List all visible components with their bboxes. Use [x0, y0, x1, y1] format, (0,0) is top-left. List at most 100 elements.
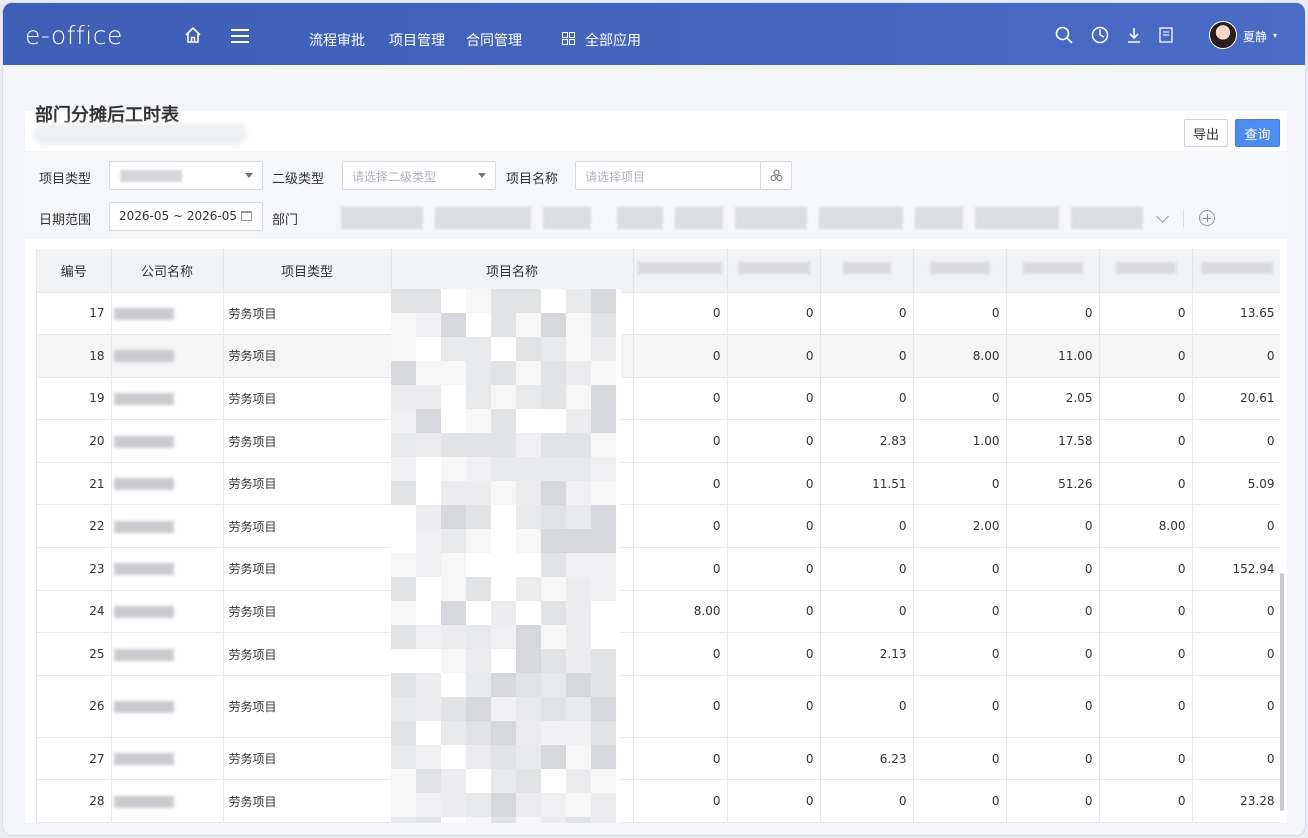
col-header-project-name[interactable]: 项目名称 — [391, 249, 634, 293]
nav-project-management[interactable]: 项目管理 — [389, 30, 445, 50]
department-chip[interactable] — [819, 207, 903, 229]
cell-hours: 0 — [820, 292, 914, 336]
app-window: e-office 流程审批 项目管理 合同管理 全部应用 夏静 ▾ 部门分摊后工… — [2, 2, 1306, 836]
cell-company-redacted — [111, 504, 224, 549]
department-chip[interactable] — [1071, 207, 1143, 229]
redacted-subtitle — [33, 123, 247, 145]
cell-hours: 0 — [1192, 334, 1280, 378]
cell-hours: 0 — [1099, 590, 1193, 634]
project-picker-button[interactable] — [760, 161, 792, 190]
cell-hours: 51.26 — [1006, 462, 1100, 506]
department-chip[interactable] — [617, 207, 663, 229]
menu-icon[interactable] — [231, 28, 249, 44]
table-row[interactable]: 18 劳务项目 0 0 0 8.00 11.00 0 0 — [37, 334, 1280, 378]
cell-hours: 0 — [633, 419, 728, 463]
cell-id: 18 — [37, 334, 112, 378]
cell-id: 27 — [37, 737, 112, 781]
department-chip[interactable] — [341, 207, 423, 229]
cell-hours: 0 — [820, 547, 914, 591]
secondary-type-select[interactable]: 请选择二级类型 — [342, 161, 496, 190]
export-button[interactable]: 导出 — [1184, 119, 1228, 147]
cell-hours: 0 — [1192, 504, 1280, 549]
table-row[interactable]: 22 劳务项目 0 0 0 2.00 0 8.00 0 — [37, 504, 1280, 549]
chevron-down-icon[interactable]: ▾ — [1273, 31, 1277, 40]
cell-hours: 2.13 — [820, 632, 914, 676]
table-row[interactable]: 19 劳务项目 0 0 0 0 2.05 0 20.61 — [37, 377, 1280, 421]
query-button[interactable]: 查询 — [1235, 119, 1280, 147]
department-chip[interactable] — [675, 207, 723, 229]
cell-hours: 0 — [633, 737, 728, 781]
table-row[interactable]: 27 劳务项目 0 0 6.23 0 0 0 0 — [37, 737, 1280, 781]
department-chip[interactable] — [543, 207, 591, 229]
table-row[interactable]: 17 劳务项目 0 0 0 0 0 0 13.65 — [37, 292, 1280, 336]
table-row[interactable]: 24 劳务项目 8.00 0 0 0 0 0 0 — [37, 590, 1280, 634]
cell-hours: 0 — [1192, 590, 1280, 634]
cell-project-type: 劳务项目 — [223, 292, 392, 336]
home-icon[interactable] — [183, 25, 203, 45]
cell-hours: 8.00 — [1099, 504, 1193, 549]
cell-project-type: 劳务项目 — [223, 590, 392, 634]
nav-contract-management[interactable]: 合同管理 — [466, 30, 522, 50]
cell-hours: 0 — [1006, 590, 1100, 634]
col-header-redacted[interactable] — [633, 249, 728, 293]
department-chip[interactable] — [435, 207, 531, 229]
download-icon[interactable] — [1125, 26, 1143, 44]
table-row[interactable]: 25 劳务项目 0 0 2.13 0 0 0 0 — [37, 632, 1280, 676]
col-header-redacted[interactable] — [913, 249, 1007, 293]
cell-hours: 0 — [727, 334, 821, 378]
col-header-project-type[interactable]: 项目类型 — [223, 249, 392, 293]
department-chip[interactable] — [735, 207, 807, 229]
cell-project-type: 劳务项目 — [223, 462, 392, 506]
col-header-id[interactable]: 编号 — [37, 249, 112, 293]
department-chip[interactable] — [975, 207, 1059, 229]
vertical-scrollbar[interactable] — [1280, 573, 1284, 811]
project-type-label: 项目类型 — [39, 172, 92, 187]
table-row[interactable]: 21 劳务项目 0 0 11.51 0 51.26 0 5.09 — [37, 462, 1280, 506]
table-row[interactable]: 20 劳务项目 0 0 2.83 1.00 17.58 0 0 — [37, 419, 1280, 463]
avatar[interactable] — [1209, 21, 1237, 49]
cell-hours: 0 — [1099, 377, 1193, 421]
redacted-project-names — [391, 289, 641, 823]
cell-hours: 0 — [633, 334, 728, 378]
cell-hours: 0 — [913, 632, 1007, 676]
cell-hours: 0 — [1192, 675, 1280, 738]
table-row[interactable]: 28 劳务项目 0 0 0 0 0 0 23.28 — [37, 779, 1280, 823]
cell-hours: 11.00 — [1006, 334, 1100, 378]
cell-hours: 0 — [633, 504, 728, 549]
col-header-redacted[interactable] — [820, 249, 914, 293]
cell-hours: 0 — [820, 779, 914, 823]
redacted-value — [120, 170, 182, 182]
cell-company-redacted — [111, 779, 224, 823]
col-header-redacted[interactable] — [1099, 249, 1193, 293]
table-row[interactable]: 23 劳务项目 0 0 0 0 0 0 152.94 — [37, 547, 1280, 591]
chevron-down-icon — [245, 173, 253, 178]
table-row[interactable]: 26 劳务项目 0 0 0 0 0 0 0 — [37, 675, 1280, 738]
cell-company-redacted — [111, 632, 224, 676]
cell-project-type: 劳务项目 — [223, 377, 392, 421]
project-type-select[interactable] — [109, 161, 263, 190]
apps-icon[interactable] — [562, 32, 575, 45]
cell-company-redacted — [111, 377, 224, 421]
col-header-company[interactable]: 公司名称 — [111, 249, 224, 293]
cell-hours: 0 — [633, 632, 728, 676]
notes-icon[interactable] — [1157, 26, 1175, 44]
cell-project-type: 劳务项目 — [223, 419, 392, 463]
col-header-redacted[interactable] — [1192, 249, 1280, 293]
username[interactable]: 夏静 — [1243, 28, 1267, 45]
table-header-row: 编号 公司名称 项目类型 项目名称 — [37, 249, 1280, 293]
search-icon[interactable] — [1055, 26, 1073, 44]
nav-all-apps[interactable]: 全部应用 — [585, 30, 641, 50]
cell-project-type: 劳务项目 — [223, 675, 392, 738]
add-circle-icon[interactable] — [1199, 210, 1215, 226]
nav-workflow-approval[interactable]: 流程审批 — [309, 30, 365, 50]
col-header-redacted[interactable] — [1006, 249, 1100, 293]
cell-project-type: 劳务项目 — [223, 737, 392, 781]
cell-hours: 11.51 — [820, 462, 914, 506]
department-chip[interactable] — [915, 207, 963, 229]
col-header-redacted[interactable] — [727, 249, 821, 293]
cell-hours: 0 — [633, 377, 728, 421]
dashboard-icon[interactable] — [1091, 26, 1109, 44]
project-name-input[interactable]: 请选择项目 — [575, 161, 761, 190]
date-range-picker[interactable]: 2026-05 ~ 2026-05 — [109, 202, 263, 231]
cell-hours: 0 — [1006, 292, 1100, 336]
